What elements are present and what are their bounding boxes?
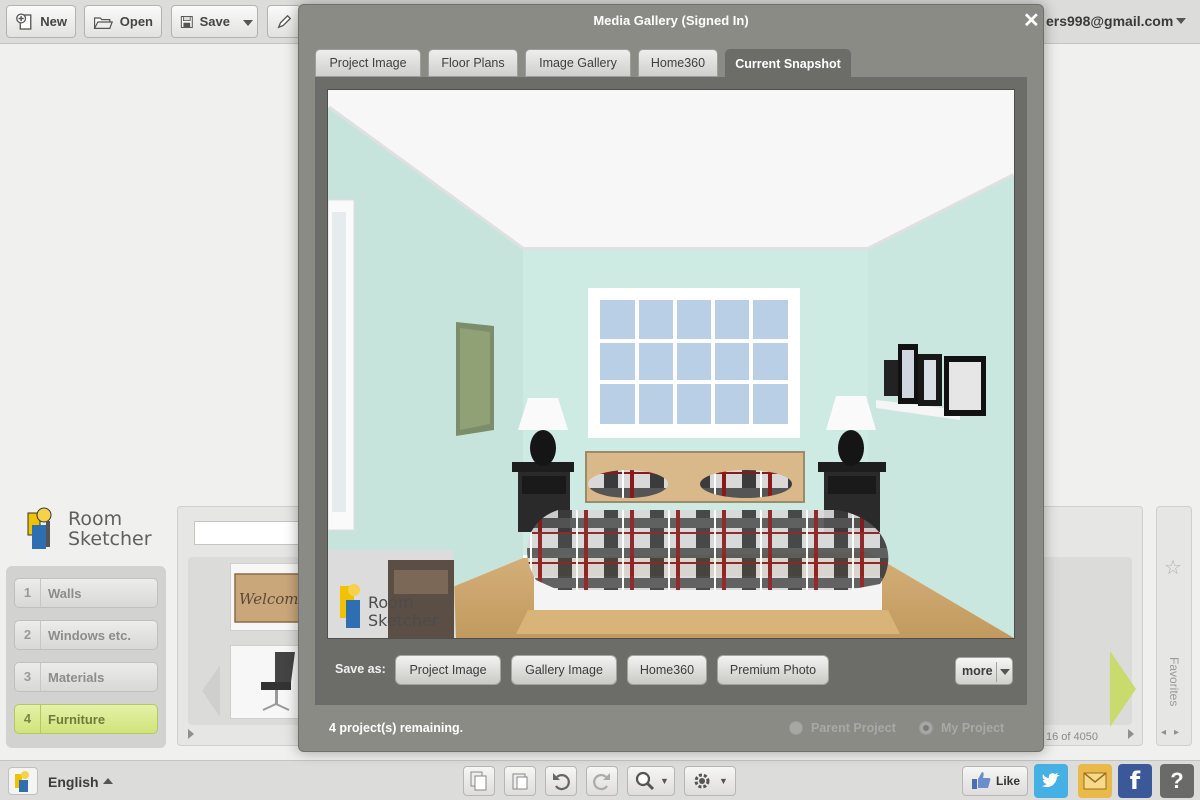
radio-dot[interactable] [789, 721, 803, 735]
scroll-right-icon[interactable] [1128, 729, 1134, 739]
paste-icon [512, 773, 528, 790]
chevron-down-icon: ▼ [719, 776, 728, 786]
redo-icon [593, 773, 610, 791]
open-button[interactable]: Open [84, 5, 162, 38]
catalog-next-arrow[interactable] [1110, 651, 1136, 727]
save-gallery-image-button[interactable]: Gallery Image [511, 655, 617, 685]
new-button-label: New [40, 14, 67, 29]
dialog-title: Media Gallery (Signed In) [593, 13, 749, 28]
like-label: Like [995, 774, 1020, 788]
step-label: Walls [48, 585, 82, 601]
new-button[interactable]: New [6, 5, 76, 38]
settings-button[interactable]: ▼ [684, 766, 736, 796]
favorites-panel[interactable]: ☆ Favorites ◂▸ [1156, 506, 1192, 746]
more-button[interactable]: more [955, 657, 1013, 685]
room-snapshot-image: Room Sketcher [327, 89, 1015, 639]
step-number: 2 [15, 621, 41, 649]
step-label: Windows etc. [48, 627, 131, 643]
copy-button[interactable] [463, 766, 495, 796]
step-number: 1 [15, 579, 41, 607]
step-label: Materials [48, 669, 105, 685]
watermark-line1: Room [368, 593, 414, 612]
dialog-body: Room Sketcher Save as: Project Image Gal… [315, 77, 1027, 705]
roomsketcher-logo: Room Sketcher [24, 505, 154, 557]
step-navigator: 1 Walls 2 Windows etc. 3 Materials 4 Fur… [6, 566, 166, 748]
copy-icon [470, 771, 487, 791]
undo-icon [553, 773, 570, 791]
folder-icon [93, 16, 114, 29]
account-email[interactable]: ers998@gmail.com [1046, 13, 1173, 29]
media-gallery-dialog: Media Gallery (Signed In) ✕ Project Imag… [298, 4, 1044, 752]
save-premium-photo-button[interactable]: Premium Photo [717, 655, 829, 685]
facebook-icon: f [1129, 767, 1141, 795]
thumbs-up-icon [971, 772, 991, 789]
save-home360-button[interactable]: Home360 [627, 655, 707, 685]
email-share-button[interactable] [1078, 764, 1112, 798]
radio-dot-selected[interactable] [919, 721, 933, 735]
step-number: 3 [15, 663, 41, 691]
magnifier-icon [635, 771, 655, 791]
paste-button[interactable] [504, 766, 536, 796]
radio-label: My Project [941, 721, 1005, 735]
language-selector[interactable]: English [48, 774, 99, 790]
bottom-toolbar: English ▼ ▼ Like f ? [0, 760, 1200, 800]
step-windows[interactable]: 2 Windows etc. [14, 620, 158, 650]
mascot-icon [15, 771, 29, 792]
tab-image-gallery[interactable]: Image Gallery [525, 49, 631, 77]
close-icon[interactable]: ✕ [1023, 11, 1040, 31]
new-file-icon [16, 12, 32, 30]
catalog-search-input[interactable] [194, 521, 314, 545]
more-label: more [962, 664, 993, 678]
favorites-scroll-icon[interactable]: ◂▸ [1161, 727, 1187, 738]
logo-line1: Room [68, 508, 123, 530]
save-button-label: Save [199, 14, 230, 29]
roomsketcher-mascot-icon [27, 507, 52, 549]
watermark-line2: Sketcher [368, 611, 439, 630]
pencil-icon [277, 14, 292, 29]
envelope-icon [1083, 772, 1107, 790]
zoom-button[interactable]: ▼ [627, 766, 675, 796]
edit-button[interactable] [267, 5, 301, 38]
roomsketcher-app-icon[interactable] [8, 767, 38, 795]
scroll-left-icon[interactable] [188, 729, 194, 739]
disk-icon [180, 15, 193, 28]
twitter-icon [1042, 773, 1060, 788]
tab-home360[interactable]: Home360 [638, 49, 718, 77]
gear-icon [694, 773, 710, 789]
save-button[interactable]: Save [171, 5, 239, 38]
step-label: Furniture [48, 711, 106, 727]
open-button-label: Open [119, 14, 153, 29]
undo-button[interactable] [545, 766, 577, 796]
help-button[interactable]: ? [1160, 764, 1194, 798]
step-furniture[interactable]: 4 Furniture [14, 704, 158, 734]
projects-remaining: 4 project(s) remaining. [329, 721, 464, 735]
step-materials[interactable]: 3 Materials [14, 662, 158, 692]
chevron-up-icon[interactable] [103, 778, 113, 784]
redo-button[interactable] [586, 766, 618, 796]
catalog-prev-arrow[interactable] [202, 665, 220, 717]
star-icon: ☆ [1164, 557, 1182, 579]
radio-my-project[interactable]: My Project [919, 721, 1004, 735]
radio-parent-project[interactable]: Parent Project [789, 721, 896, 735]
save-as-label: Save as: [335, 662, 386, 676]
chevron-down-icon: ▼ [660, 776, 669, 786]
chevron-down-icon[interactable] [1176, 18, 1186, 24]
catalog-paging: 16 of 4050 [1046, 731, 1098, 743]
step-walls[interactable]: 1 Walls [14, 578, 158, 608]
save-project-image-button[interactable]: Project Image [395, 655, 501, 685]
radio-label: Parent Project [811, 721, 896, 735]
question-icon: ? [1170, 768, 1184, 793]
like-button[interactable]: Like [962, 766, 1028, 796]
chevron-down-icon [1000, 669, 1010, 675]
save-dropdown-button[interactable] [238, 5, 258, 38]
bedroom-render: Room Sketcher [328, 90, 1014, 638]
twitter-button[interactable] [1034, 764, 1068, 798]
tab-current-snapshot[interactable]: Current Snapshot [725, 49, 851, 79]
tab-project-image[interactable]: Project Image [315, 49, 421, 77]
step-number: 4 [15, 705, 41, 733]
facebook-button[interactable]: f [1118, 764, 1152, 798]
favorites-label: Favorites [1167, 657, 1181, 707]
logo-line2: Sketcher [68, 528, 152, 550]
tab-floor-plans[interactable]: Floor Plans [428, 49, 518, 77]
